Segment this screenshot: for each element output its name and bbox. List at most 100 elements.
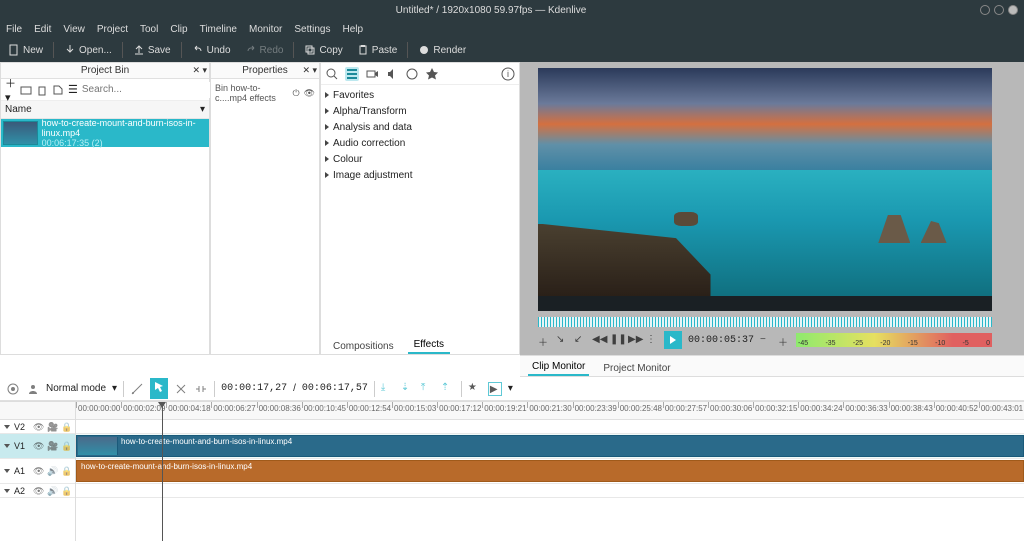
custom-effects-icon[interactable] (405, 67, 419, 81)
clip-thumbnail (3, 121, 38, 145)
render-button[interactable]: Render (414, 42, 470, 58)
zoom-out-icon[interactable]: − (760, 334, 772, 346)
clip-duration: 00:06:17:35 (2) (42, 138, 207, 148)
close-icon[interactable] (1008, 5, 1018, 15)
add-clip-icon[interactable]: ＋▾ (5, 75, 16, 104)
rewind-icon[interactable]: ◀◀ (592, 334, 604, 346)
selection-tool[interactable] (150, 378, 168, 399)
insert-icon[interactable]: ⤓ (381, 382, 395, 396)
preview-viewport[interactable] (538, 68, 992, 311)
pause-icon[interactable]: ❚❚ (610, 334, 622, 346)
maximize-icon[interactable] (994, 5, 1004, 15)
timeline: V2👁🎥🔒 V1👁🎥🔒 A1👁🔊🔒 A2👁🔊🔒 00:00:00:0000:00… (0, 401, 1024, 541)
timeline-clip-audio[interactable]: how-to-create-mount-and-burn-isos-in-lin… (76, 460, 1024, 482)
effects-panel: i Favorites Alpha/Transform Analysis and… (320, 62, 520, 355)
delete-clip-icon[interactable] (36, 84, 48, 96)
main-toolbar: New Open... Save Undo Redo Copy Paste Re… (0, 38, 1024, 62)
properties-panel: Properties ✕ ▾ Bin how-to-c....mp4 effect… (210, 62, 320, 355)
track-header-v2[interactable]: V2👁🎥🔒 (0, 420, 75, 434)
menu-monitor[interactable]: Monitor (249, 24, 282, 35)
edit-mode-select[interactable]: Normal mode (46, 383, 106, 394)
properties-tab[interactable]: Properties (242, 65, 288, 76)
compositing-icon[interactable] (130, 382, 144, 396)
forward-icon[interactable]: ▶▶ (628, 334, 640, 346)
new-button[interactable]: New (4, 42, 47, 58)
monitor-ruler[interactable] (538, 317, 992, 327)
menu-file[interactable]: File (6, 24, 22, 35)
tab-compositions[interactable]: Compositions (327, 339, 400, 354)
monitor-timecode[interactable]: 00:00:05:37 (688, 335, 754, 346)
tab-clip-monitor[interactable]: Clip Monitor (528, 359, 589, 376)
add-marker-icon[interactable]: ＋ (538, 334, 550, 346)
spacer-tool-icon[interactable] (194, 382, 208, 396)
effect-cat-alpha[interactable]: Alpha/Transform (325, 103, 515, 119)
zone-start-icon[interactable]: ↘ (556, 334, 568, 346)
undo-button[interactable]: Undo (188, 42, 235, 58)
razor-tool-icon[interactable] (174, 382, 188, 396)
zone-end-icon[interactable]: ↙ (574, 334, 586, 346)
redo-button[interactable]: Redo (241, 42, 288, 58)
bin-clip-item[interactable]: how-to-create-mount-and-burn-isos-in-lin… (1, 119, 209, 147)
clip-monitor: ＋ ↘ ↙ ◀◀ ❚❚ ▶▶ ⋮ 00:00:05:37 − ＋ -45-35-… (520, 62, 1024, 355)
open-button[interactable]: Open... (60, 42, 116, 58)
track-a1[interactable]: how-to-create-mount-and-burn-isos-in-lin… (76, 459, 1024, 484)
menu-view[interactable]: View (63, 24, 85, 35)
user-icon[interactable] (26, 382, 40, 396)
track-v1[interactable]: how-to-create-mount-and-burn-isos-in-lin… (76, 434, 1024, 459)
track-header-a1[interactable]: A1👁🔊🔒 (0, 459, 75, 484)
project-bin-tab[interactable]: Project Bin (81, 65, 129, 76)
copy-button[interactable]: Copy (300, 42, 346, 58)
menu-edit[interactable]: Edit (34, 24, 51, 35)
video-effects-icon[interactable] (365, 67, 379, 81)
effect-cat-image[interactable]: Image adjustment (325, 167, 515, 183)
playhead[interactable] (162, 402, 163, 541)
menu-tool[interactable]: Tool (140, 24, 158, 35)
properties-label: Bin how-to-c....mp4 effects (215, 83, 288, 103)
menu-clip[interactable]: Clip (170, 24, 187, 35)
track-header-a2[interactable]: A2👁🔊🔒 (0, 484, 75, 498)
bin-search-input[interactable] (82, 82, 214, 98)
effect-cat-colour[interactable]: Colour (325, 151, 515, 167)
favorite-effect-icon[interactable]: ★ (468, 382, 482, 396)
add-folder-icon[interactable] (20, 84, 32, 96)
audio-effects-icon[interactable] (385, 67, 399, 81)
favorites-icon[interactable] (425, 67, 439, 81)
menu-timeline[interactable]: Timeline (200, 24, 237, 35)
track-header-v1[interactable]: V1👁🎥🔒 (0, 434, 75, 459)
preview-render-icon[interactable]: ▶ (488, 382, 502, 396)
track-a2[interactable] (76, 484, 1024, 498)
tab-project-monitor[interactable]: Project Monitor (599, 361, 674, 376)
extract-icon[interactable]: ⤒ (421, 382, 435, 396)
effect-cat-audio[interactable]: Audio correction (325, 135, 515, 151)
menu-help[interactable]: Help (343, 24, 364, 35)
minimize-icon[interactable] (980, 5, 990, 15)
column-name[interactable]: Name (5, 104, 32, 115)
paste-button[interactable]: Paste (353, 42, 402, 58)
project-bin-panel: Project Bin✕ ▾ ＋▾ ☰ Name▾ how-to-create-… (0, 62, 210, 355)
track-v2[interactable] (76, 420, 1024, 434)
search-icon[interactable] (325, 67, 339, 81)
options-icon[interactable]: ☰ (68, 83, 78, 96)
toggle-icon[interactable]: ⏻ (292, 88, 299, 99)
panel-close-icon[interactable]: ✕ ▾ (302, 65, 317, 76)
menu-settings[interactable]: Settings (294, 24, 330, 35)
visibility-icon[interactable]: 👁 (304, 88, 315, 99)
tag-icon[interactable] (52, 84, 64, 96)
info-icon[interactable]: i (501, 67, 515, 81)
tab-effects[interactable]: Effects (408, 337, 450, 354)
overwrite-icon[interactable]: ⇣ (401, 382, 415, 396)
effect-cat-analysis[interactable]: Analysis and data (325, 119, 515, 135)
lift-icon[interactable]: ⇡ (441, 382, 455, 396)
list-view-icon[interactable] (345, 67, 359, 81)
save-button[interactable]: Save (129, 42, 175, 58)
more-icon[interactable]: ⋮ (646, 334, 658, 346)
panel-close-icon[interactable]: ✕ ▾ (192, 65, 207, 76)
timeline-ruler[interactable]: 00:00:00:0000:00:02:0900:00:04:1800:00:0… (76, 402, 1024, 420)
timeline-clip-video[interactable]: how-to-create-mount-and-burn-isos-in-lin… (76, 435, 1024, 457)
menu-project[interactable]: Project (97, 24, 128, 35)
effect-cat-favorites[interactable]: Favorites (325, 87, 515, 103)
play-button[interactable] (664, 331, 682, 349)
zoom-in-icon[interactable]: ＋ (778, 334, 790, 346)
settings-icon[interactable] (6, 382, 20, 396)
audio-levels: -45-35-25-20-15-10-50 (796, 333, 992, 347)
